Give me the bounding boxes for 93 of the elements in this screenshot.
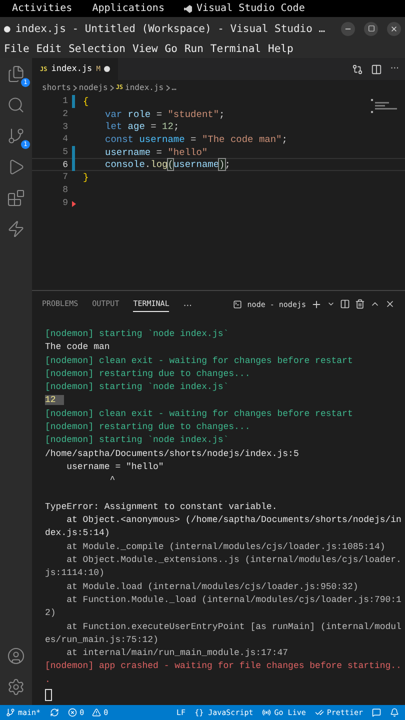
terminal-line: [nodemon] starting `node index.js` xyxy=(45,329,229,339)
breadcrumb-item[interactable]: shorts xyxy=(42,83,71,92)
line-number: 5 xyxy=(62,147,68,158)
activities-menu[interactable]: Activities xyxy=(12,3,72,14)
terminal-line: /home/saptha/Documents/shorts/nodejs/index.js:5 xyxy=(45,448,299,459)
double-check-icon xyxy=(314,708,324,717)
terminal-line: [nodemon] clean exit - waiting for changes before restart xyxy=(45,408,353,419)
breadcrumb-item[interactable]: … xyxy=(172,83,176,92)
account-icon[interactable] xyxy=(6,646,26,666)
line-number: 3 xyxy=(62,122,68,132)
code-line: let age = 12; xyxy=(104,121,180,132)
chevron-icon xyxy=(110,84,114,90)
tab-label: index.js xyxy=(51,64,92,74)
error-icon xyxy=(68,708,77,717)
menu-item[interactable]: Go xyxy=(164,43,178,55)
window-title: index.js - Untitled (Workspace) - Visual Studio … xyxy=(15,22,326,34)
terminal-line: [nodemon] app crashed - waiting for file changes before starting.. xyxy=(45,661,402,672)
menu-item[interactable]: File xyxy=(4,43,30,55)
breadcrumb-item[interactable]: nodejs xyxy=(78,83,108,92)
chevron-icon xyxy=(72,84,77,90)
terminal-line: [nodemon] restarting due to changes... xyxy=(45,422,250,432)
code-line: } xyxy=(83,172,89,183)
branch-icon xyxy=(6,708,15,717)
chevron-down-icon[interactable] xyxy=(327,300,335,308)
code-line: var role = "student"; xyxy=(104,108,225,120)
chevron-icon xyxy=(166,84,170,90)
search-icon[interactable] xyxy=(6,95,26,115)
menu-item[interactable]: Run xyxy=(184,43,204,55)
split-terminal-icon[interactable] xyxy=(340,299,350,309)
menu-item[interactable]: Selection xyxy=(68,43,126,55)
broadcast-icon xyxy=(262,708,272,717)
code-line: username = "hello" xyxy=(104,146,208,158)
unsaved-dot: ● xyxy=(4,22,10,34)
code-line: { xyxy=(83,96,89,107)
terminal-line: at Object.<anonymous> (/home/saptha/Documents/shorts/nodejs/in xyxy=(66,515,402,526)
minimize-button[interactable] xyxy=(341,22,355,36)
terminal-line: [nodemon] starting `node index.js` xyxy=(45,435,229,446)
split-editor-icon[interactable] xyxy=(371,64,382,74)
feedback-icon[interactable] xyxy=(372,708,381,717)
deleted-lines-marker xyxy=(72,200,76,206)
terminal-line: at internal/main/run_main_module.js:17:47 xyxy=(66,648,288,658)
terminal-icon xyxy=(233,300,242,308)
line-number: 4 xyxy=(62,134,68,144)
warning-icon xyxy=(92,708,101,717)
terminal-line: at Module._compile (internal/modules/cjs/loader.js:1085:14) xyxy=(66,542,386,552)
terminal-line: js:1114:10) xyxy=(45,568,104,578)
line-number: 9 xyxy=(62,198,68,208)
terminal-line: dex.js:5:14) xyxy=(45,528,110,538)
terminal-line: [nodemon] starting `node index.js` xyxy=(45,382,229,392)
terminal-line: at Object.Module._extensions..js (internal/modules/cjs/loader. xyxy=(66,555,402,566)
line-number: 7 xyxy=(62,172,68,182)
terminal-line: TypeError: Assignment to constant variable. xyxy=(45,502,278,512)
vscode-logo-icon xyxy=(184,4,192,12)
terminal-line: ^ xyxy=(108,475,116,486)
menu-item[interactable]: Edit xyxy=(36,43,62,55)
remote-icon[interactable] xyxy=(6,219,26,239)
terminal-line: at Function.executeUserEntryPoint [as runMain] (internal/modul xyxy=(66,622,402,632)
maximize-icon xyxy=(368,25,374,32)
line-number: 6 xyxy=(62,160,68,170)
more-actions-button[interactable]: ··· xyxy=(390,64,399,74)
terminal-line: 2) xyxy=(45,608,56,618)
menu-item[interactable]: Terminal xyxy=(210,43,261,55)
terminal-line: es/run_main.js:75:12) xyxy=(45,634,158,645)
terminal-cursor xyxy=(45,689,52,702)
menu-item[interactable]: Help xyxy=(268,43,294,55)
new-terminal-icon[interactable] xyxy=(311,298,322,310)
terminal-line: at Function.Module._load (internal/modules/cjs/loader.js:790:1 xyxy=(66,594,402,605)
notifications-icon[interactable] xyxy=(390,708,399,717)
terminal-line: . xyxy=(45,674,50,685)
code-line: console.log(username); xyxy=(104,159,230,170)
close-icon xyxy=(390,24,398,32)
close-icon[interactable] xyxy=(385,299,395,309)
extensions-icon[interactable] xyxy=(6,188,26,208)
sync-icon[interactable] xyxy=(50,708,59,717)
code-line: const username = "The code man"; xyxy=(104,134,288,145)
terminal-line: [nodemon] clean exit - waiting for changes before restart xyxy=(45,356,353,366)
terminal-line: [nodemon] restarting due to changes... xyxy=(45,368,250,379)
terminal-line: at Module.load (internal/modules/cjs/loader.js:950:32) xyxy=(66,582,358,592)
close-button[interactable] xyxy=(387,22,401,36)
trash-icon[interactable] xyxy=(355,299,365,309)
more-tabs-button[interactable]: ... xyxy=(183,299,192,309)
line-number: 2 xyxy=(62,109,68,120)
settings-icon[interactable] xyxy=(6,677,26,697)
applications-menu[interactable]: Applications xyxy=(92,3,164,14)
line-number: 8 xyxy=(62,185,68,196)
compare-changes-icon[interactable] xyxy=(352,64,364,74)
line-number: 1 xyxy=(62,96,68,106)
app-name: Visual Studio Code xyxy=(196,3,305,14)
terminal-line: username = "hello" xyxy=(66,462,164,472)
breadcrumb-item[interactable]: index.js xyxy=(125,83,164,92)
menu-item[interactable]: View xyxy=(132,43,158,55)
terminal-line: The code man xyxy=(45,342,110,352)
maximize-button[interactable] xyxy=(364,22,378,36)
